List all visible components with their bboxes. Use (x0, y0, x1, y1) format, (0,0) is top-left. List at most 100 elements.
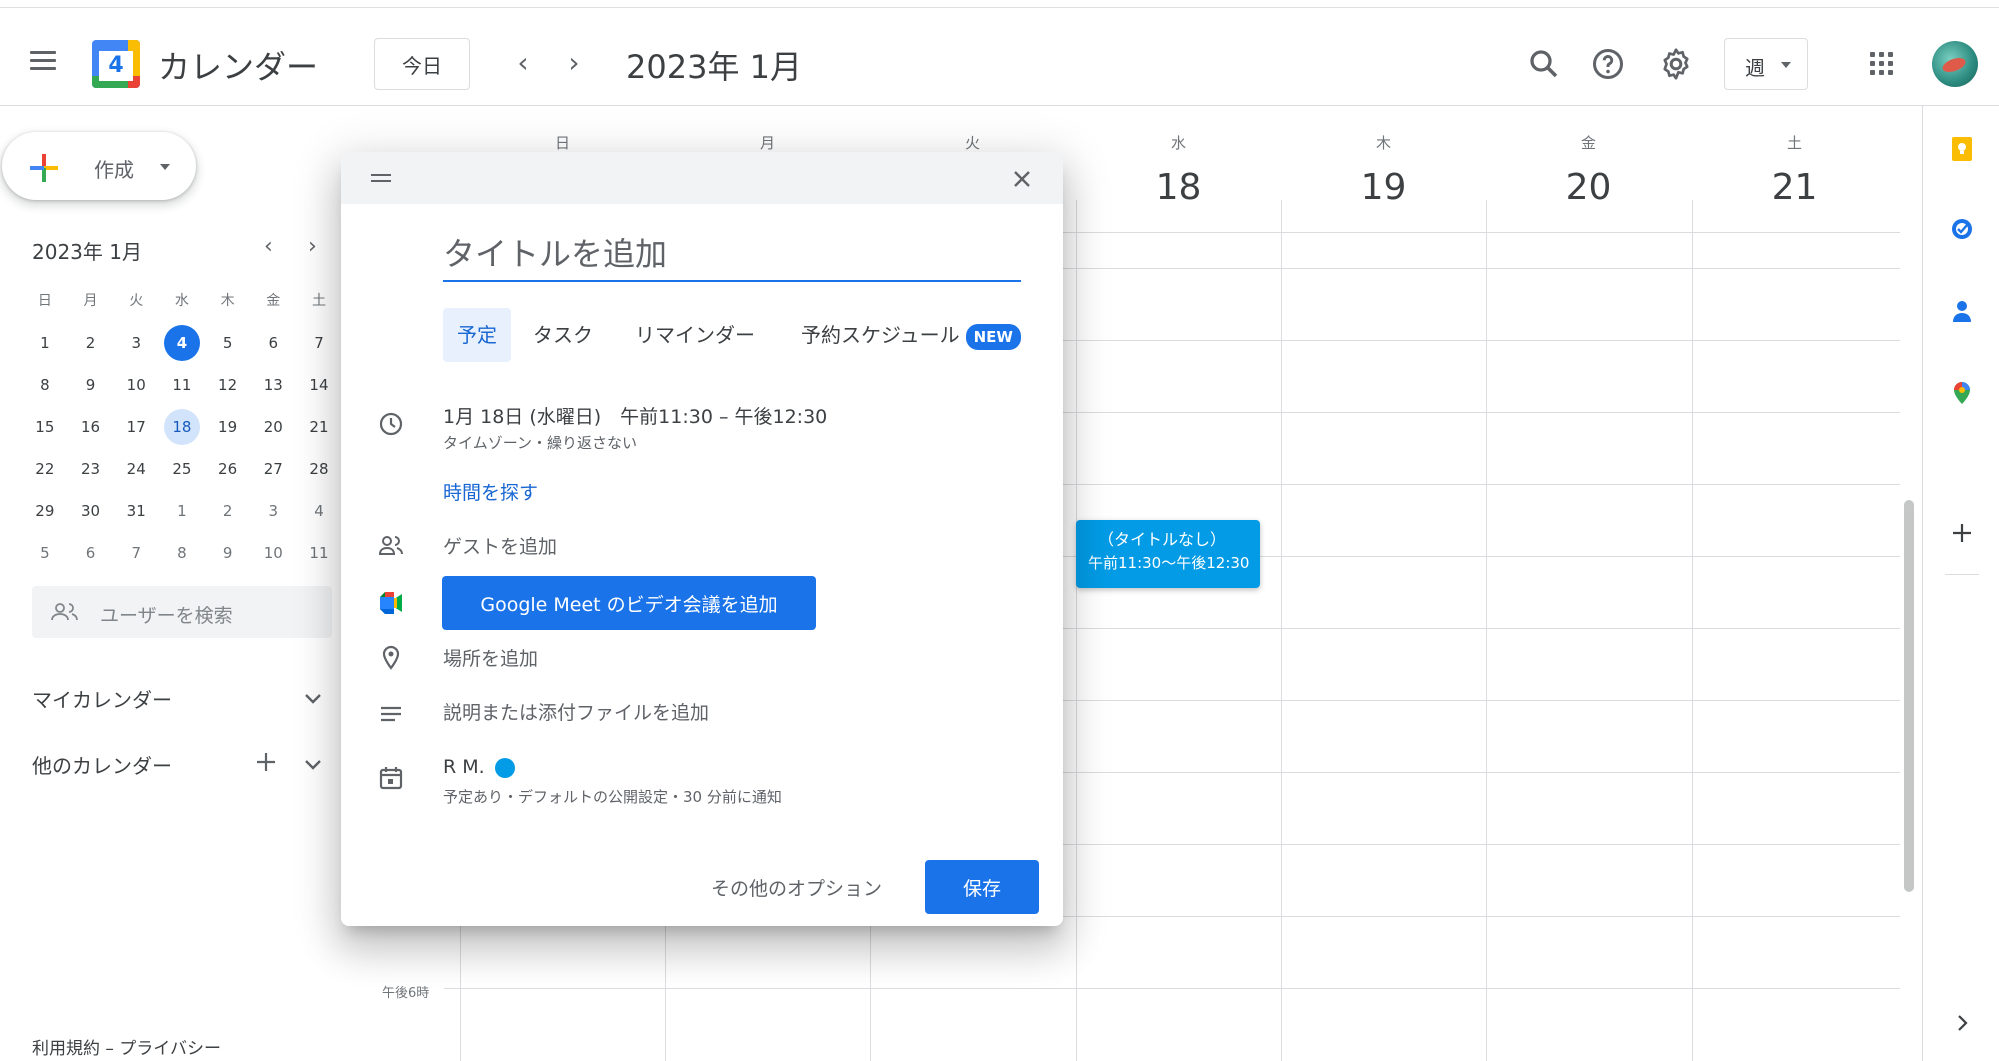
day-header-fri[interactable]: 金 20 (1486, 132, 1691, 208)
maps-icon[interactable] (1949, 380, 1975, 406)
mini-day[interactable]: 24 (113, 451, 159, 487)
mini-day[interactable]: 17 (113, 409, 159, 445)
calendar-logo-icon[interactable]: 4 (92, 40, 140, 88)
create-button[interactable]: 作成 (2, 132, 196, 200)
next-period-button[interactable]: › (556, 46, 592, 79)
day-header-thu[interactable]: 木 19 (1281, 132, 1486, 208)
add-location-field[interactable]: 場所を追加 (443, 644, 538, 671)
mini-day[interactable]: 27 (250, 451, 296, 487)
mini-weekday: 金 (266, 293, 281, 309)
tasks-icon[interactable] (1949, 216, 1975, 242)
mini-prev-month-button[interactable]: ‹ (264, 234, 273, 259)
calendar-event[interactable]: （タイトルなし） 午前11:30～午後12:30 (1076, 520, 1260, 588)
mini-day-next-month[interactable]: 9 (205, 535, 251, 571)
mini-day[interactable]: 7 (296, 325, 342, 361)
grid-divider (1076, 200, 1077, 1061)
other-calendars-header[interactable]: 他のカレンダー (32, 750, 172, 779)
day-header-sat[interactable]: 土 21 (1692, 132, 1897, 208)
apps-grid-icon[interactable] (1870, 52, 1894, 76)
mini-day[interactable]: 15 (22, 409, 68, 445)
calendar-owner[interactable]: R M. (443, 756, 515, 778)
mini-day[interactable]: 26 (205, 451, 251, 487)
mini-day-next-month[interactable]: 8 (159, 535, 205, 571)
day-header-wed[interactable]: 水 18 (1076, 132, 1281, 208)
today-button[interactable]: 今日 (374, 38, 470, 90)
search-users-input[interactable]: ユーザーを検索 (32, 586, 332, 638)
more-options-button[interactable]: その他のオプション (711, 874, 882, 901)
contacts-icon[interactable] (1949, 298, 1975, 324)
mini-day-selected[interactable]: 18 (159, 409, 205, 445)
mini-day-today[interactable]: 4 (159, 325, 205, 361)
mini-day[interactable]: 30 (68, 493, 114, 529)
chevron-down-icon[interactable] (302, 754, 324, 776)
mini-day[interactable]: 2 (68, 325, 114, 361)
mini-day-next-month[interactable]: 11 (296, 535, 342, 571)
save-button[interactable]: 保存 (925, 860, 1039, 914)
mini-day-next-month[interactable]: 10 (250, 535, 296, 571)
add-calendar-icon[interactable] (254, 750, 278, 774)
google-meet-icon (380, 592, 402, 614)
view-selector[interactable]: 週 (1724, 38, 1808, 90)
settings-icon[interactable] (1658, 46, 1694, 82)
mini-day[interactable]: 8 (22, 367, 68, 403)
mini-day[interactable]: 14 (296, 367, 342, 403)
add-google-meet-button[interactable]: Google Meet のビデオ会議を追加 (442, 576, 816, 630)
mini-day[interactable]: 21 (296, 409, 342, 445)
footer-terms-privacy[interactable]: 利用規約 – プライバシー (32, 1034, 221, 1059)
chevron-down-icon[interactable] (302, 688, 324, 710)
mini-day-next-month[interactable]: 6 (68, 535, 114, 571)
search-icon[interactable] (1526, 46, 1562, 82)
event-title: （タイトルなし） (1098, 530, 1227, 549)
mini-day[interactable]: 20 (250, 409, 296, 445)
mini-day-next-month[interactable]: 7 (113, 535, 159, 571)
tab-reminder[interactable]: リマインダー (621, 308, 769, 362)
mini-day[interactable]: 5 (205, 325, 251, 361)
mini-next-month-button[interactable]: › (308, 234, 317, 259)
mini-day[interactable]: 19 (205, 409, 251, 445)
mini-day[interactable]: 9 (68, 367, 114, 403)
mini-day[interactable]: 12 (205, 367, 251, 403)
tab-appointment-schedule[interactable]: 予約スケジュール NEW (787, 308, 1035, 362)
mini-day[interactable]: 16 (68, 409, 114, 445)
mini-day[interactable]: 1 (22, 325, 68, 361)
mini-day[interactable]: 6 (250, 325, 296, 361)
tab-event[interactable]: 予定 (443, 308, 511, 362)
mini-day[interactable]: 23 (68, 451, 114, 487)
grid-scrollbar[interactable] (1904, 500, 1914, 892)
mini-day[interactable]: 3 (113, 325, 159, 361)
event-title-input[interactable] (443, 234, 1021, 282)
mini-day[interactable]: 29 (22, 493, 68, 529)
event-datetime[interactable]: 1月 18日 (水曜日) 午前11:30 – 午後12:30 (443, 402, 827, 429)
my-calendars-header[interactable]: マイカレンダー (32, 684, 172, 713)
mini-day-next-month[interactable]: 3 (250, 493, 296, 529)
mini-day-next-month[interactable]: 1 (159, 493, 205, 529)
calendar-visibility-text[interactable]: 予定あり・デフォルトの公開設定・30 分前に通知 (443, 786, 782, 807)
mini-day-next-month[interactable]: 4 (296, 493, 342, 529)
add-guests-field[interactable]: ゲストを追加 (443, 532, 557, 559)
mini-day[interactable]: 25 (159, 451, 205, 487)
timezone-repeat-text[interactable]: タイムゾーン・繰り返さない (443, 432, 637, 453)
drag-handle-icon[interactable] (371, 174, 391, 182)
expand-panel-chevron-icon[interactable] (1949, 1010, 1975, 1036)
tab-task[interactable]: タスク (519, 308, 607, 362)
mini-day[interactable]: 28 (296, 451, 342, 487)
calendar-icon (379, 767, 403, 790)
mini-day-next-month[interactable]: 2 (205, 493, 251, 529)
mini-day-next-month[interactable]: 5 (22, 535, 68, 571)
user-avatar[interactable] (1932, 41, 1978, 87)
close-icon[interactable] (1007, 164, 1037, 194)
menu-icon[interactable] (26, 43, 62, 79)
mini-day[interactable]: 10 (113, 367, 159, 403)
find-time-link[interactable]: 時間を探す (443, 478, 538, 505)
add-description-field[interactable]: 説明または添付ファイルを追加 (443, 698, 709, 725)
colored-plus-icon (30, 154, 58, 182)
mini-day[interactable]: 11 (159, 367, 205, 403)
mini-day[interactable]: 31 (113, 493, 159, 529)
keep-icon[interactable] (1949, 136, 1975, 162)
previous-period-button[interactable]: ‹ (505, 46, 541, 79)
dialog-header[interactable] (341, 152, 1063, 204)
help-icon[interactable] (1590, 46, 1626, 82)
mini-day[interactable]: 13 (250, 367, 296, 403)
add-addon-icon[interactable] (1949, 520, 1975, 546)
mini-day[interactable]: 22 (22, 451, 68, 487)
